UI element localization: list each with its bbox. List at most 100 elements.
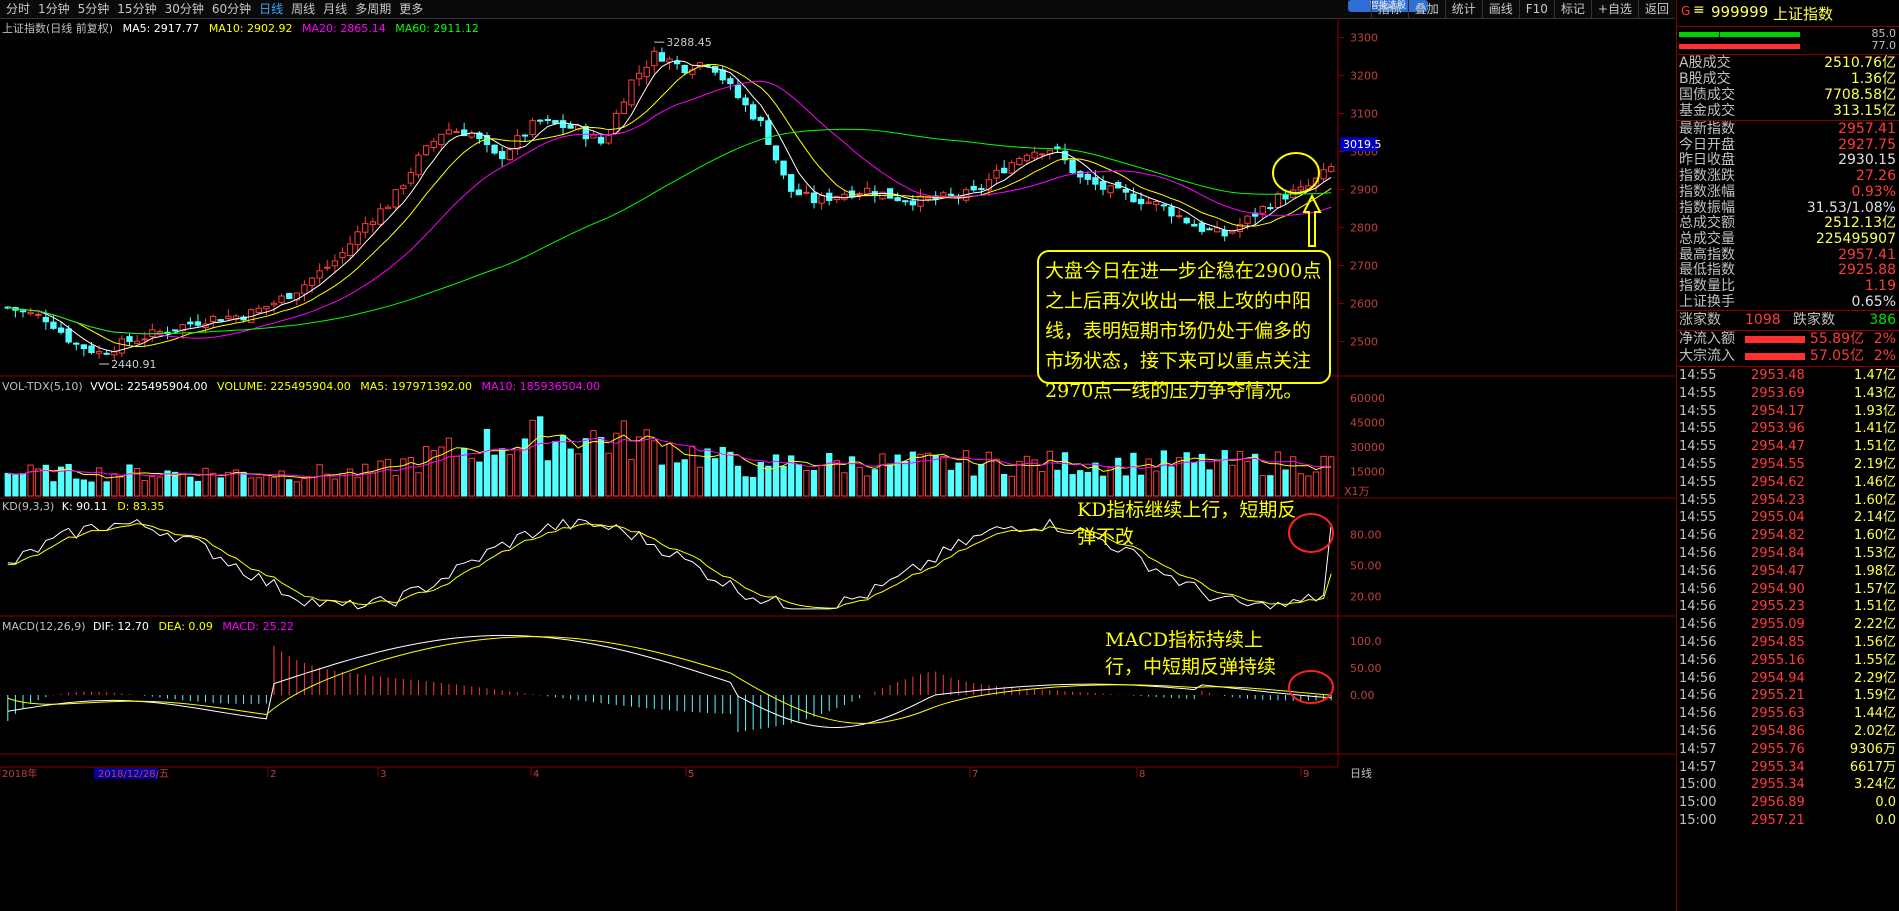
- candle-body: [103, 352, 110, 355]
- tool-button-5[interactable]: 标记: [1553, 0, 1591, 18]
- tab-5[interactable]: 60分钟: [208, 1, 255, 18]
- tab-2[interactable]: 5分钟: [74, 1, 114, 18]
- volume-bar: [270, 477, 278, 497]
- flow-row: 净流入额 55.89亿 2%: [1679, 331, 1898, 348]
- volume-bar: [35, 468, 42, 497]
- tick-row[interactable]: 14:55 2953.69 1.43亿: [1679, 385, 1898, 403]
- volume-bar: [392, 474, 399, 497]
- volume-bar: [924, 452, 932, 497]
- tab-9[interactable]: 多周期: [351, 1, 395, 18]
- volume-bar: [742, 476, 749, 497]
- tick-volume: 2.19亿: [1854, 457, 1896, 472]
- low-label: 2440.91: [111, 358, 157, 371]
- tool-button-2[interactable]: 统计: [1444, 0, 1482, 18]
- tick-volume: 3.24亿: [1854, 777, 1896, 793]
- tick-row[interactable]: 15:00 2955.34 3.24亿: [1679, 776, 1898, 794]
- stat-label: 总成交额: [1679, 215, 1735, 232]
- tool-button-0[interactable]: 指标: [1370, 0, 1408, 18]
- volume-bar: [635, 436, 643, 497]
- volume-bar: [1221, 450, 1228, 497]
- down-count: 386: [1869, 312, 1896, 328]
- tool-button-4[interactable]: F10: [1518, 0, 1554, 18]
- vol-tick: 60000: [1350, 392, 1385, 405]
- candle-body: [559, 120, 567, 128]
- tick-row[interactable]: 14:55 2955.04 2.14亿: [1679, 509, 1898, 527]
- current-price-value: 3019.5: [1343, 138, 1382, 151]
- tool-button-6[interactable]: +自选: [1590, 0, 1638, 18]
- volume-bar: [879, 453, 886, 497]
- tick-row[interactable]: 14:55 2954.47 1.51亿: [1679, 438, 1898, 456]
- ma20-value: MA20: 2865.14: [302, 22, 386, 35]
- volume-bar: [202, 467, 209, 497]
- tab-8[interactable]: 月线: [319, 1, 351, 18]
- tick-row[interactable]: 14:56 2954.82 1.60亿: [1679, 527, 1898, 545]
- tick-row[interactable]: 14:55 2953.96 1.41亿: [1679, 420, 1898, 438]
- tick-row[interactable]: 14:56 2954.90 1.57亿: [1679, 581, 1898, 599]
- tick-row[interactable]: 15:00 2956.89 0.0: [1679, 794, 1898, 812]
- tab-4[interactable]: 30分钟: [161, 1, 208, 18]
- tick-row[interactable]: 14:56 2954.85 1.56亿: [1679, 634, 1898, 652]
- highlight-ellipse: [1272, 152, 1320, 194]
- tick-row[interactable]: 14:56 2954.47 1.98亿: [1679, 563, 1898, 581]
- tick-row[interactable]: 14:55 2953.48 1.47亿: [1679, 367, 1898, 385]
- tick-row[interactable]: 14:55 2954.17 1.93亿: [1679, 403, 1898, 421]
- tool-button-7[interactable]: 返回: [1637, 0, 1675, 18]
- strength-bar-red: [1679, 44, 1800, 49]
- candle-body: [331, 260, 339, 267]
- candle-body: [727, 78, 734, 85]
- volume-bar: [453, 455, 460, 497]
- menu-icon[interactable]: ≡: [1693, 2, 1705, 18]
- candle-body: [1267, 207, 1274, 210]
- volume-bar: [1168, 466, 1175, 497]
- tick-row[interactable]: 14:56 2955.23 1.51亿: [1679, 598, 1898, 616]
- volume-bar: [1320, 455, 1327, 497]
- candle-body: [1153, 200, 1160, 205]
- tick-row[interactable]: 14:55 2954.23 1.60亿: [1679, 492, 1898, 510]
- tick-price: 2953.96: [1751, 421, 1805, 437]
- tick-row[interactable]: 14:56 2955.16 1.55亿: [1679, 652, 1898, 670]
- tab-0[interactable]: 分时: [2, 1, 34, 18]
- tick-row[interactable]: 14:57 2955.76 9306万: [1679, 741, 1898, 759]
- volume-bar: [620, 420, 628, 497]
- tick-row[interactable]: 14:57 2955.34 6617万: [1679, 759, 1898, 777]
- volume-bar: [316, 464, 323, 497]
- tick-row[interactable]: 14:56 2955.63 1.44亿: [1679, 705, 1898, 723]
- panel-header: G ≡ 999999 上证指数: [1677, 0, 1899, 27]
- flow-pct: 2%: [1873, 348, 1896, 364]
- tick-price: 2954.82: [1751, 528, 1805, 544]
- tick-row[interactable]: 14:55 2954.55 2.19亿: [1679, 456, 1898, 474]
- candle-body: [643, 66, 650, 78]
- candle-body: [1016, 157, 1023, 165]
- tick-volume: 2.02亿: [1854, 724, 1896, 739]
- volume-bar: [1213, 460, 1221, 497]
- strength-bar-green: [1679, 32, 1800, 37]
- tick-row[interactable]: 15:00 2957.21 0.0: [1679, 812, 1898, 830]
- tick-row[interactable]: 14:56 2954.86 2.02亿: [1679, 723, 1898, 741]
- tool-button-1[interactable]: 叠加: [1407, 0, 1445, 18]
- stat-value: 2930.15: [1838, 152, 1896, 169]
- tick-row[interactable]: 14:56 2955.21 1.59亿: [1679, 687, 1898, 705]
- tick-row[interactable]: 14:56 2954.84 1.53亿: [1679, 545, 1898, 563]
- volume-bar: [1153, 470, 1160, 497]
- stat-label: 最高指数: [1679, 246, 1735, 263]
- tab-1[interactable]: 1分钟: [34, 1, 74, 18]
- kline-chart[interactable]: 3300320031003000290028002700260025003019…: [0, 18, 1675, 911]
- up-count: 1098: [1745, 312, 1781, 328]
- volume-bar: [1099, 475, 1107, 497]
- tab-3[interactable]: 15分钟: [113, 1, 160, 18]
- candle-body: [65, 328, 72, 343]
- tool-button-3[interactable]: 画线: [1481, 0, 1519, 18]
- candle-body: [118, 338, 126, 354]
- tick-volume: 2.29亿: [1854, 670, 1896, 686]
- tab-10[interactable]: 更多: [395, 1, 427, 18]
- candle-body: [133, 340, 141, 344]
- tick-row[interactable]: 14:56 2955.09 2.22亿: [1679, 616, 1898, 634]
- kd-tick: 20.00: [1350, 591, 1382, 604]
- tick-row[interactable]: 14:55 2954.62 1.46亿: [1679, 474, 1898, 492]
- tick-row[interactable]: 14:56 2954.94 2.29亿: [1679, 670, 1898, 688]
- tab-7[interactable]: 周线: [287, 1, 319, 18]
- candle-body: [978, 188, 985, 191]
- tab-6[interactable]: 日线: [255, 1, 287, 18]
- candle-body: [141, 338, 148, 341]
- tick-price: 2954.86: [1751, 724, 1805, 739]
